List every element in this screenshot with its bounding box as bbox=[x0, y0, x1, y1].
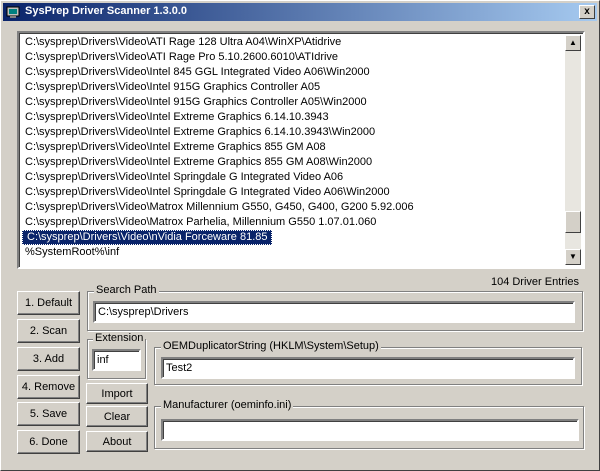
close-button[interactable]: x bbox=[579, 5, 595, 19]
remove-button[interactable]: 4. Remove bbox=[17, 375, 80, 399]
extension-input[interactable]: inf bbox=[92, 349, 141, 371]
extension-group: Extension inf bbox=[87, 332, 146, 379]
driver-list-item-text: %SystemRoot%\inf bbox=[25, 246, 120, 258]
driver-list-item[interactable]: C:\sysprep\Drivers\Video\ATI Rage 128 Ul… bbox=[21, 35, 567, 50]
driver-list-item-text: C:\sysprep\Drivers\Video\Intel Extreme G… bbox=[25, 141, 326, 153]
driver-list-item[interactable]: C:\sysprep\Drivers\Video\Intel 915G Grap… bbox=[21, 95, 567, 110]
driver-list-item[interactable]: C:\sysprep\Drivers\Video\Intel 915G Grap… bbox=[21, 80, 567, 95]
clear-button[interactable]: Clear bbox=[86, 406, 148, 427]
manufacturer-label: Manufacturer (oeminfo.ini) bbox=[161, 399, 294, 411]
oem-string-input[interactable]: Test2 bbox=[161, 357, 575, 379]
driver-list-item[interactable]: C:\sysprep\Drivers\Video\ATI Rage Pro 5.… bbox=[21, 50, 567, 65]
search-path-input[interactable]: C:\sysprep\Drivers bbox=[93, 301, 575, 323]
main-window: SysPrep Driver Scanner 1.3.0.0 x C:\sysp… bbox=[0, 0, 600, 471]
driver-list-item-text: C:\sysprep\Drivers\Video\Intel Extreme G… bbox=[25, 111, 329, 123]
driver-list-item[interactable]: C:\sysprep\Drivers\Video\Intel Springdal… bbox=[21, 170, 567, 185]
driver-list-item[interactable]: C:\sysprep\Drivers\Video\Intel Extreme G… bbox=[21, 125, 567, 140]
extension-label: Extension bbox=[93, 332, 146, 344]
app-icon bbox=[6, 6, 20, 18]
driver-list-items: C:\sysprep\Drivers\Video\ATI Rage 128 Ul… bbox=[21, 35, 567, 265]
window-title: SysPrep Driver Scanner 1.3.0.0 bbox=[25, 5, 188, 17]
oem-string-label: OEMDuplicatorString (HKLM\System\Setup) bbox=[161, 340, 381, 352]
driver-list-item-text: C:\sysprep\Drivers\Video\Matrox Millenni… bbox=[25, 201, 414, 213]
driver-list-item-text: C:\sysprep\Drivers\Video\Intel Springdal… bbox=[25, 171, 344, 183]
search-path-group: Search Path C:\sysprep\Drivers bbox=[87, 284, 583, 331]
driver-list-item-text: C:\sysprep\Drivers\Video\nVidia Forcewar… bbox=[22, 230, 272, 245]
driver-list-item-text: C:\sysprep\Drivers\Video\ATI Rage 128 Ul… bbox=[25, 36, 342, 48]
driver-list-item[interactable]: C:\sysprep\Drivers\Video\Matrox Millenni… bbox=[21, 200, 567, 215]
driver-listbox[interactable]: C:\sysprep\Drivers\Video\ATI Rage 128 Ul… bbox=[17, 31, 585, 269]
import-button[interactable]: Import bbox=[86, 383, 148, 404]
scroll-down-icon[interactable]: ▼ bbox=[565, 249, 581, 265]
driver-list-item-text: C:\sysprep\Drivers\Video\Intel Extreme G… bbox=[25, 126, 376, 138]
search-path-label: Search Path bbox=[94, 284, 159, 296]
vertical-scrollbar[interactable]: ▲ ▼ bbox=[565, 35, 581, 265]
driver-list-item-text: C:\sysprep\Drivers\Video\Intel Springdal… bbox=[25, 186, 390, 198]
driver-list-item-text: C:\sysprep\Drivers\Video\Intel 915G Grap… bbox=[25, 96, 367, 108]
scan-button[interactable]: 2. Scan bbox=[17, 319, 80, 343]
driver-list-item[interactable]: C:\sysprep\Drivers\Video\Intel Extreme G… bbox=[21, 140, 567, 155]
driver-list-item[interactable]: C:\sysprep\Drivers\Video\nVidia Forcewar… bbox=[21, 230, 567, 245]
driver-list-item-text: C:\sysprep\Drivers\Video\Intel 915G Grap… bbox=[25, 81, 321, 93]
driver-list-item[interactable]: %SystemRoot%\inf bbox=[21, 245, 567, 260]
driver-list-item[interactable]: C:\sysprep\Drivers\Video\Intel 845 GGL I… bbox=[21, 65, 567, 80]
oem-string-group: OEMDuplicatorString (HKLM\System\Setup) … bbox=[154, 340, 582, 385]
driver-list-item-text: C:\sysprep\Drivers\Video\ATI Rage Pro 5.… bbox=[25, 51, 339, 63]
default-button[interactable]: 1. Default bbox=[17, 291, 80, 315]
scroll-thumb[interactable] bbox=[565, 211, 581, 233]
done-button[interactable]: 6. Done bbox=[17, 430, 80, 454]
driver-list-item-text: C:\sysprep\Drivers\Video\Intel 845 GGL I… bbox=[25, 66, 370, 78]
driver-list-item[interactable]: C:\sysprep\Drivers\Video\Intel Extreme G… bbox=[21, 110, 567, 125]
about-button[interactable]: About bbox=[86, 431, 148, 452]
title-bar[interactable]: SysPrep Driver Scanner 1.3.0.0 x bbox=[3, 3, 597, 21]
save-button[interactable]: 5. Save bbox=[17, 402, 80, 426]
driver-list-item[interactable]: C:\sysprep\Drivers\Video\Intel Extreme G… bbox=[21, 155, 567, 170]
manufacturer-group: Manufacturer (oeminfo.ini) bbox=[154, 399, 584, 449]
driver-list-item[interactable]: C:\sysprep\Drivers\Video\Matrox Parhelia… bbox=[21, 215, 567, 230]
manufacturer-input[interactable] bbox=[161, 419, 579, 441]
add-button[interactable]: 3. Add bbox=[17, 347, 80, 371]
driver-list-item[interactable]: C:\sysprep\Drivers\Video\Intel Springdal… bbox=[21, 185, 567, 200]
scroll-up-icon[interactable]: ▲ bbox=[565, 35, 581, 51]
driver-list-item-text: C:\sysprep\Drivers\Video\Intel Extreme G… bbox=[25, 156, 373, 168]
driver-list-item-text: C:\sysprep\Drivers\Video\Matrox Parhelia… bbox=[25, 216, 377, 228]
driver-entries-count: 104 Driver Entries bbox=[490, 276, 579, 288]
